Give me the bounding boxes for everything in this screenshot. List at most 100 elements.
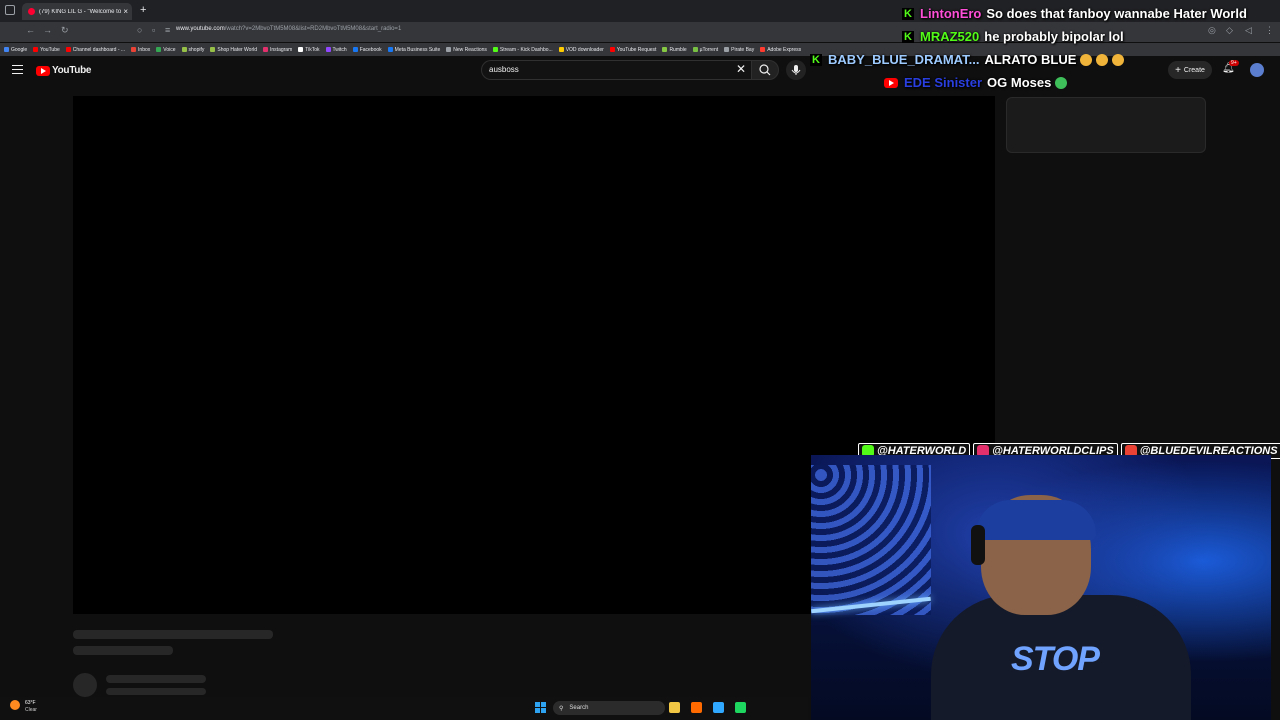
streamer-webcam: STOP — [811, 455, 1271, 720]
search-button[interactable] — [751, 60, 779, 80]
bookmark-label: µTorrent — [699, 46, 719, 53]
bookmark-item[interactable]: Instagram — [263, 47, 292, 53]
volume-icon[interactable]: ◁ — [1245, 25, 1252, 36]
taskbar-search-label: Search — [569, 705, 589, 711]
bookmark-label: YouTube Request — [616, 46, 657, 53]
bookmark-item[interactable]: VOD downloader — [558, 46, 604, 53]
bookmark-item[interactable]: Voice — [156, 46, 176, 53]
bookmark-label: Meta Business Suite — [394, 46, 441, 53]
bookmark-label: VOD downloader — [565, 46, 604, 53]
bookmark-label: Facebook — [359, 46, 382, 53]
file-explorer-icon[interactable] — [669, 702, 680, 713]
bookmark-item[interactable]: Twitch — [325, 47, 347, 53]
reload-icon[interactable]: ↻ — [61, 25, 69, 36]
site-info-icon[interactable]: ○ — [137, 25, 142, 35]
bookmark-label: YouTube — [40, 46, 60, 53]
subtitle-skeleton — [73, 646, 173, 655]
photoshop-icon[interactable] — [713, 702, 724, 713]
search-icon — [759, 64, 771, 76]
kick-icon: K — [902, 30, 914, 43]
bookmark-favicon-icon — [156, 47, 162, 52]
bookmark-favicon-icon — [760, 47, 766, 52]
notification-count-badge: 9+ — [1229, 60, 1239, 66]
weather-icon[interactable] — [10, 700, 20, 710]
bookmark-item[interactable]: shopify — [181, 46, 205, 53]
account-avatar[interactable] — [1250, 63, 1264, 77]
plus-icon: + — [1175, 64, 1181, 76]
streamer-cap — [976, 500, 1096, 540]
bookmark-favicon-icon — [4, 47, 9, 52]
youtube-favicon-icon — [28, 8, 35, 15]
bookmark-item[interactable]: YouTube Request — [609, 46, 657, 53]
sidebar-toggle-icon[interactable] — [5, 5, 15, 15]
tune-icon[interactable]: ≡ — [165, 25, 170, 35]
bookmark-item[interactable]: Pirate Bay — [724, 47, 754, 53]
guide-menu-icon[interactable] — [12, 65, 23, 77]
address-bar-url[interactable]: www.youtube.com/watch?v=2MbvoTtM5M08&lis… — [176, 26, 401, 32]
clear-search-icon[interactable]: ✕ — [736, 62, 746, 76]
bookmark-item[interactable]: µTorrent — [692, 46, 719, 53]
bookmark-label: Stream - Kick Dashbo... — [499, 46, 553, 53]
new-tab-button[interactable]: + — [140, 4, 146, 16]
bookmark-item[interactable]: Adobe Express — [760, 47, 801, 53]
back-icon[interactable]: ← — [26, 25, 35, 35]
taskbar-search[interactable]: ⚲ Search — [553, 701, 665, 715]
bookmark-favicon-icon — [210, 47, 216, 52]
bookmark-label: TikTok — [305, 46, 320, 53]
weather-description: Clear — [25, 707, 37, 713]
bookmark-item[interactable]: Facebook — [352, 46, 382, 53]
search-box[interactable] — [481, 60, 751, 80]
bookmark-item[interactable]: YouTube — [33, 47, 60, 53]
bookmark-favicon-icon — [692, 47, 698, 52]
voice-search-button[interactable] — [786, 60, 806, 80]
emote-icon — [1112, 53, 1125, 66]
url-path: /watch?v=2MbvoTtM5M08&list=RD2MbvoTtM5M0… — [224, 26, 402, 32]
youtube-icon — [884, 77, 898, 88]
forward-icon[interactable]: → — [43, 25, 52, 35]
tab-title: (79) KING LIL G - "Welcome to — [39, 8, 122, 15]
browser-tab-active[interactable]: (79) KING LIL G - "Welcome to × — [22, 3, 132, 20]
bookmark-label: Rumble — [669, 46, 687, 53]
channel-avatar-skeleton — [73, 673, 97, 697]
title-skeleton — [73, 630, 273, 639]
bookmark-item[interactable]: Inbox — [131, 47, 150, 53]
bookmark-item[interactable]: Google — [4, 47, 27, 53]
chat-text: he probably bipolar lol — [984, 29, 1124, 44]
bookmark-item[interactable]: Stream - Kick Dashbo... — [492, 46, 553, 53]
bookmark-item[interactable]: Shop Hater World — [210, 47, 257, 53]
taskbar-search-icon: ⚲ — [559, 705, 564, 712]
menu-icon[interactable]: ⋮ — [1265, 25, 1274, 36]
chat-username: EDE Sinister — [904, 75, 983, 90]
bookmark-label: Google — [11, 46, 28, 53]
youtube-logo[interactable]: YouTube — [36, 65, 92, 76]
chat-username: MRAZ520 — [920, 29, 980, 44]
chat-message: EDE Sinister OG Moses — [884, 75, 1068, 90]
bookmark-item[interactable]: Meta Business Suite — [387, 46, 441, 53]
taskbar — [0, 697, 808, 720]
bookmark-item[interactable]: Channel dashboard - ... — [65, 47, 125, 53]
bookmark-label: New Reactions — [453, 46, 487, 53]
app-green-icon[interactable] — [735, 702, 746, 713]
create-button[interactable]: + Create — [1168, 61, 1212, 79]
chat-message: K BABY_BLUE_DRAMAT... ALRATO BLUE — [810, 52, 1125, 67]
chat-username: BABY_BLUE_DRAMAT... — [828, 52, 980, 67]
downloads-icon[interactable]: ◎ — [1208, 25, 1216, 36]
bookmark-favicon-icon — [325, 47, 331, 52]
chat-username: LintonEro — [920, 6, 982, 21]
microphone-icon — [791, 65, 801, 75]
bookmark-label: Voice — [163, 46, 176, 53]
browser-icon[interactable] — [691, 702, 702, 713]
bookmark-item[interactable]: TikTok — [298, 46, 320, 53]
bookmark-label: Instagram — [270, 46, 293, 53]
close-tab-icon[interactable]: × — [123, 7, 128, 16]
bookmark-item[interactable]: New Reactions — [446, 47, 487, 53]
bookmark-item[interactable]: Rumble — [662, 46, 687, 53]
kick-icon: K — [810, 53, 822, 66]
youtube-logo-text: YouTube — [52, 65, 92, 76]
subscriber-skeleton — [106, 688, 206, 695]
start-button[interactable] — [535, 702, 546, 713]
bookmark-label: shopify — [188, 46, 205, 53]
extensions-icon[interactable]: ◇ — [1226, 25, 1233, 36]
search-input[interactable] — [489, 65, 729, 74]
bookmark-favicon-icon — [558, 47, 564, 52]
